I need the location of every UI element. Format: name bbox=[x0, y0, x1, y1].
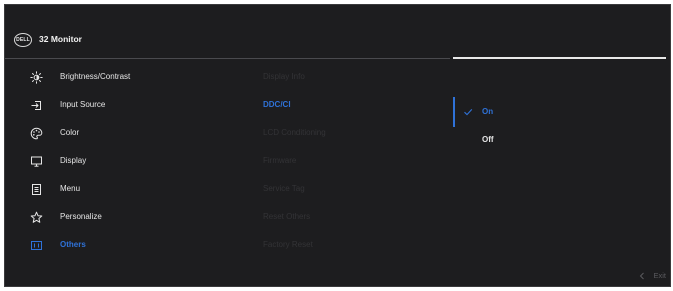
submenu-item-service-tag[interactable]: Service Tag bbox=[263, 179, 443, 201]
option-label: On bbox=[482, 107, 494, 116]
input-source-icon bbox=[29, 98, 43, 112]
monitor-title: 32 Monitor bbox=[39, 34, 82, 44]
checkmark-icon bbox=[463, 107, 473, 117]
chevron-left-icon bbox=[639, 272, 645, 280]
menu-item-label: Menu bbox=[60, 184, 81, 193]
submenu-item-firmware[interactable]: Firmware bbox=[263, 151, 443, 173]
color-palette-icon bbox=[29, 126, 43, 140]
exit-button[interactable]: Exit bbox=[639, 271, 666, 280]
submenu-item-factory-reset[interactable]: Factory Reset bbox=[263, 235, 443, 257]
osd-header: DELL 32 Monitor bbox=[5, 5, 670, 61]
submenu-item-lcd-conditioning[interactable]: LCD Conditioning bbox=[263, 123, 443, 145]
display-icon bbox=[29, 154, 43, 168]
submenu-item-label: Reset Others bbox=[263, 212, 311, 221]
menu-item-label: Display bbox=[60, 156, 87, 165]
star-icon bbox=[29, 210, 43, 224]
option-off[interactable]: Off bbox=[463, 131, 663, 151]
menu-item-label: Brightness/Contrast bbox=[60, 72, 131, 81]
menu-item-display[interactable]: Display bbox=[5, 151, 245, 173]
menu-item-color[interactable]: Color bbox=[5, 123, 245, 145]
submenu-item-reset-others[interactable]: Reset Others bbox=[263, 207, 443, 229]
submenu-item-label: Firmware bbox=[263, 156, 297, 165]
submenu-item-label: DDC/CI bbox=[263, 100, 291, 109]
selection-indicator bbox=[453, 97, 455, 127]
submenu-item-label: Service Tag bbox=[263, 184, 305, 193]
menu-item-label: Color bbox=[60, 128, 80, 137]
menu-item-others[interactable]: Others bbox=[5, 235, 245, 257]
submenu-item-label: LCD Conditioning bbox=[263, 128, 326, 137]
option-on[interactable]: On bbox=[463, 103, 663, 123]
osd-window: DELL 32 Monitor Brightness/Contrast Inpu… bbox=[4, 4, 671, 287]
others-icon bbox=[29, 238, 43, 252]
option-label: Off bbox=[482, 135, 494, 144]
menu-item-brightness-contrast[interactable]: Brightness/Contrast bbox=[5, 67, 245, 89]
menu-item-label: Input Source bbox=[60, 100, 106, 109]
submenu-item-display-info[interactable]: Display Info bbox=[263, 67, 443, 89]
submenu-item-label: Factory Reset bbox=[263, 240, 313, 249]
menu-item-label: Personalize bbox=[60, 212, 102, 221]
menu-item-label: Others bbox=[60, 240, 86, 249]
header-divider-active bbox=[453, 57, 666, 59]
menu-item-input-source[interactable]: Input Source bbox=[5, 95, 245, 117]
menu-item-personalize[interactable]: Personalize bbox=[5, 207, 245, 229]
submenu-item-label: Display Info bbox=[263, 72, 305, 81]
brightness-icon bbox=[29, 70, 43, 84]
menu-item-menu[interactable]: Menu bbox=[5, 179, 245, 201]
dell-logo: DELL bbox=[14, 33, 32, 47]
menu-icon bbox=[29, 182, 43, 196]
submenu-item-ddc-ci[interactable]: DDC/CI bbox=[263, 95, 443, 117]
exit-label: Exit bbox=[653, 271, 666, 280]
header-divider bbox=[5, 58, 450, 59]
